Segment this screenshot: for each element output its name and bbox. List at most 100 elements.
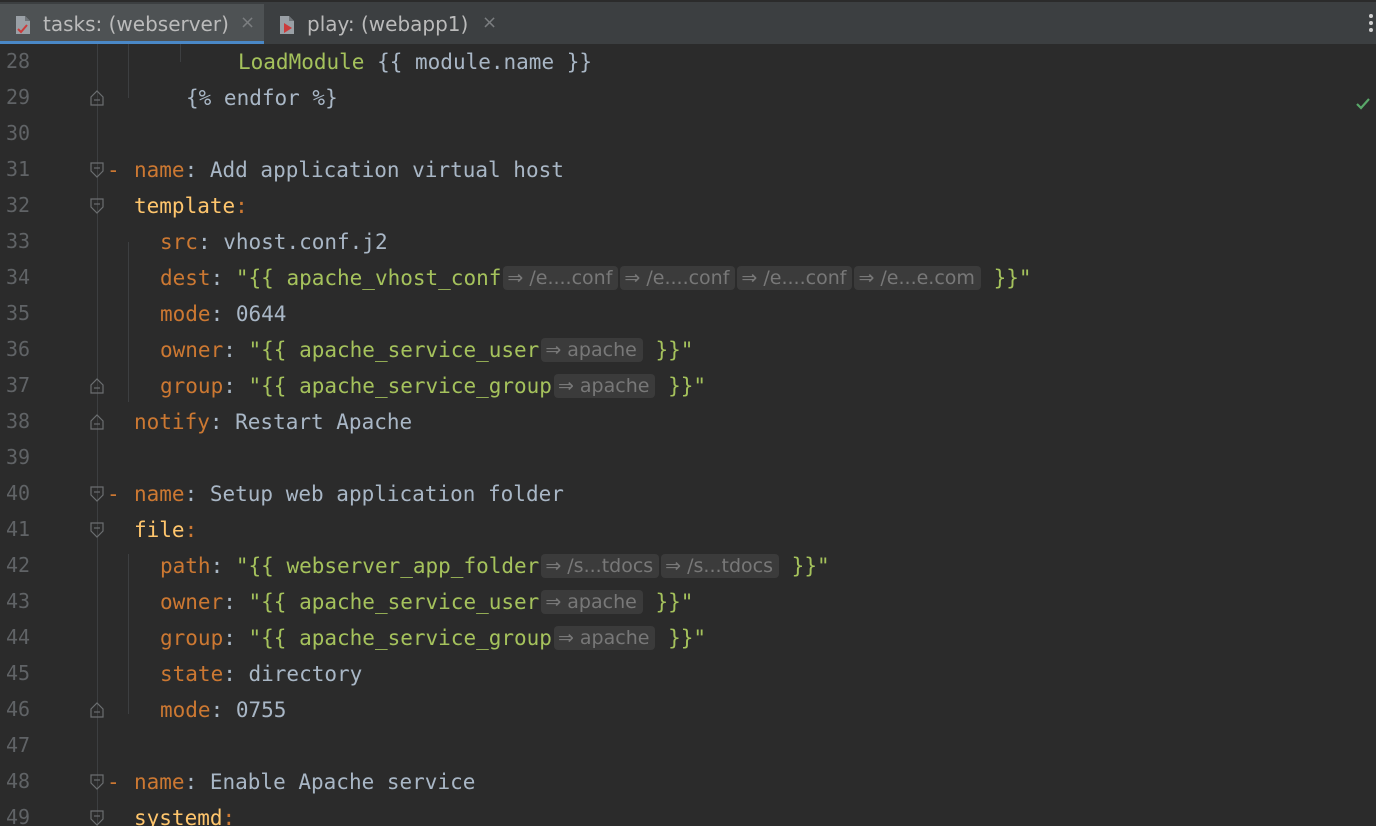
code-line[interactable]: 47	[0, 728, 1376, 764]
code-line[interactable]: 28 LoadModule {{ module.name }}	[0, 44, 1376, 80]
code-line[interactable]: 29 {% endfor %}	[0, 80, 1376, 116]
code-text: systemd:	[134, 804, 235, 826]
code-token: :	[210, 266, 236, 290]
yaml-key: state	[160, 662, 224, 686]
code-line[interactable]: 33 src: vhost.conf.j2	[0, 224, 1376, 260]
code-token: {{ module.name }}	[364, 50, 593, 74]
code-line[interactable]: 32 template:	[0, 188, 1376, 224]
yaml-key: template	[134, 194, 236, 218]
code-line[interactable]: 48 - name: Enable Apache service	[0, 764, 1376, 800]
line-number: 40	[6, 481, 31, 505]
code-token: : 0755	[210, 698, 287, 722]
yaml-key: name	[134, 482, 185, 506]
inlay-value-hint[interactable]: ⇒ /s...tdocs	[541, 554, 660, 578]
code-line[interactable]: 35 mode: 0644	[0, 296, 1376, 332]
yaml-file-icon	[16, 16, 30, 34]
code-line[interactable]: 30	[0, 116, 1376, 152]
code-text: state: directory	[160, 660, 362, 688]
code-token: "{{ apache_service_user	[248, 590, 540, 614]
inlay-value-hint[interactable]: ⇒ /e....conf	[737, 266, 853, 290]
fold-start-icon[interactable]	[90, 486, 104, 502]
code-token: }}"	[655, 626, 707, 650]
inlay-value-hint[interactable]: ⇒ apache	[541, 590, 643, 614]
code-text: group: "{{ apache_service_group ⇒ apache …	[160, 372, 706, 400]
tab-label: tasks: (webserver)	[43, 12, 229, 36]
code-text: name: Add application virtual host	[134, 156, 564, 184]
line-number: 33	[6, 229, 31, 253]
line-number: 45	[6, 661, 31, 685]
inlay-value-hint[interactable]: ⇒ /e....conf	[503, 266, 619, 290]
more-options-icon[interactable]	[1366, 10, 1376, 36]
code-token: : vhost.conf.j2	[197, 230, 388, 254]
code-text: owner: "{{ apache_service_user ⇒ apache }…	[160, 588, 693, 616]
code-text: mode: 0644	[160, 300, 286, 328]
code-line[interactable]: 44 group: "{{ apache_service_group ⇒ apach…	[0, 620, 1376, 656]
yaml-key: src	[160, 230, 198, 254]
code-token: :	[223, 590, 249, 614]
code-line[interactable]: 39	[0, 440, 1376, 476]
yaml-key: :	[184, 518, 198, 542]
fold-start-icon[interactable]	[90, 810, 104, 826]
inlay-value-hint[interactable]: ⇒ apache	[541, 338, 643, 362]
code-line[interactable]: 49 systemd:	[0, 800, 1376, 826]
code-token: : Setup web application folder	[184, 482, 564, 506]
line-number: 31	[6, 157, 31, 181]
code-token: }}"	[655, 374, 707, 398]
tab-label: play: (webapp1)	[307, 12, 469, 36]
line-number: 29	[6, 85, 31, 109]
code-line[interactable]: 43 owner: "{{ apache_service_user ⇒ apache…	[0, 584, 1376, 620]
code-line[interactable]: 37 group: "{{ apache_service_group ⇒ apach…	[0, 368, 1376, 404]
editor-tab-bar: tasks: (webserver) × play: (webapp1) ×	[0, 0, 1376, 44]
fold-end-icon[interactable]	[90, 702, 104, 718]
line-number: 41	[6, 517, 31, 541]
code-line[interactable]: 40 - name: Setup web application folder	[0, 476, 1376, 512]
yaml-key: systemd	[134, 806, 223, 826]
yaml-key: mode	[160, 698, 211, 722]
code-token: }}"	[980, 266, 1032, 290]
code-token: : Add application virtual host	[184, 158, 564, 182]
fold-start-icon[interactable]	[90, 198, 104, 214]
yaml-key: :	[235, 194, 248, 218]
code-editor[interactable]: 28 LoadModule {{ module.name }} 29 {% endfo…	[0, 44, 1376, 826]
code-line[interactable]: 36 owner: "{{ apache_service_user ⇒ apache…	[0, 332, 1376, 368]
code-line[interactable]: 31 - name: Add application virtual host	[0, 152, 1376, 188]
code-token: "{{ webserver_app_folder	[235, 554, 540, 578]
code-text: src: vhost.conf.j2	[160, 228, 388, 256]
inlay-value-hint[interactable]: ⇒ /e....conf	[620, 266, 736, 290]
close-icon[interactable]: ×	[482, 12, 497, 33]
close-icon[interactable]: ×	[240, 12, 255, 33]
tab-play-webapp1[interactable]: play: (webapp1) ×	[264, 4, 508, 44]
fold-start-icon[interactable]	[90, 162, 104, 178]
code-token: }}"	[642, 590, 694, 614]
code-text: owner: "{{ apache_service_user ⇒ apache }…	[160, 336, 693, 364]
code-line[interactable]: 34 dest: "{{ apache_vhost_conf ⇒ /e....con…	[0, 260, 1376, 296]
inlay-value-hint[interactable]: ⇒ apache	[553, 626, 656, 650]
code-line[interactable]: 45 state: directory	[0, 656, 1376, 692]
line-number: 37	[6, 373, 31, 397]
line-number: 48	[6, 769, 31, 793]
code-token: }}"	[642, 338, 694, 362]
fold-end-icon[interactable]	[90, 414, 104, 430]
fold-start-icon[interactable]	[90, 774, 104, 790]
code-line[interactable]: 42 path: "{{ webserver_app_folder ⇒ /s...t…	[0, 548, 1376, 584]
code-line[interactable]: 38 notify: Restart Apache	[0, 404, 1376, 440]
fold-end-icon[interactable]	[90, 90, 104, 106]
inlay-value-hint[interactable]: ⇒ apache	[553, 374, 656, 398]
code-token: :	[223, 338, 249, 362]
line-number: 44	[6, 625, 31, 649]
fold-end-icon[interactable]	[90, 378, 104, 394]
code-text: path: "{{ webserver_app_folder ⇒ /s...tdo…	[160, 552, 830, 580]
line-number: 47	[6, 733, 31, 757]
code-text: file:	[134, 516, 197, 544]
inspection-ok-icon[interactable]	[1356, 98, 1370, 110]
yaml-key: owner	[160, 338, 224, 362]
code-text: LoadModule {{ module.name }}	[238, 48, 592, 76]
inlay-value-hint[interactable]: ⇒ /e...e.com	[854, 266, 981, 290]
code-line[interactable]: 41 file:	[0, 512, 1376, 548]
code-line[interactable]: 46 mode: 0755	[0, 692, 1376, 728]
tab-tasks-webserver[interactable]: tasks: (webserver) ×	[0, 4, 264, 44]
yaml-key: name	[134, 158, 185, 182]
code-text: name: Enable Apache service	[134, 768, 475, 796]
inlay-value-hint[interactable]: ⇒ /s...tdocs	[661, 554, 780, 578]
fold-start-icon[interactable]	[90, 522, 104, 538]
